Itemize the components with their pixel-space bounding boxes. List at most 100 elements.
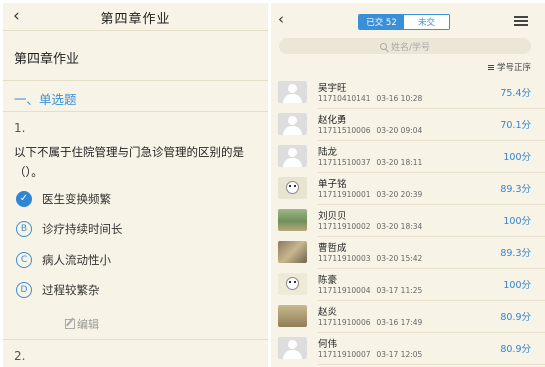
divider xyxy=(3,80,268,81)
student-score: 75.4分 xyxy=(500,88,531,99)
edit-button[interactable]: 编辑 xyxy=(65,316,99,332)
sort-label: 学号正序 xyxy=(496,63,531,73)
submission-pane: ‹ 已交 52 未交 姓名/学号 学号正序 吴宇旺 11710410141 03-1… xyxy=(271,3,545,367)
student-id: 11711510006 xyxy=(318,126,371,135)
row-divider xyxy=(318,268,545,269)
student-row[interactable]: 赵化勇 11711510006 03-20 09:04 70.1分 xyxy=(271,111,545,143)
divider xyxy=(3,111,268,112)
hamburger-icon[interactable] xyxy=(514,16,528,28)
student-name: 陈豪 xyxy=(318,275,338,286)
student-meta: 11711510006 03-20 09:04 xyxy=(318,126,422,135)
row-divider xyxy=(318,236,545,237)
student-meta: 11711910007 03-17 12:05 xyxy=(318,350,422,359)
option-d[interactable]: D 过程较繁杂 xyxy=(16,281,100,299)
row-divider xyxy=(318,204,545,205)
option-text: 诊疗持续时间长 xyxy=(42,222,123,236)
option-text: 过程较繁杂 xyxy=(42,283,100,297)
row-divider xyxy=(318,332,545,333)
question-stem: 以下不属于住院管理与门急诊管理的区别的是 （）。 xyxy=(14,142,264,182)
avatar xyxy=(278,241,307,263)
option-a[interactable]: ✓ 医生变换频繁 xyxy=(16,190,111,208)
question-pane: ‹ 第四章作业 第四章作业 一、单选题 1. 以下不属于住院管理与门急诊管理的区… xyxy=(3,3,268,367)
section-heading: 一、单选题 xyxy=(14,92,77,107)
submit-time: 03-20 15:42 xyxy=(376,254,423,263)
student-id: 11711910004 xyxy=(318,286,371,295)
student-id: 11711910007 xyxy=(318,350,371,359)
student-score: 80.9分 xyxy=(500,344,531,355)
row-divider xyxy=(318,140,545,141)
student-name: 赵化勇 xyxy=(318,115,347,126)
option-text: 医生变换频繁 xyxy=(42,192,111,206)
option-letter: B xyxy=(16,221,32,237)
edit-label: 编辑 xyxy=(77,318,99,331)
student-row[interactable]: 陆龙 11711510037 03-20 18:11 100分 xyxy=(271,143,545,175)
student-score: 89.3分 xyxy=(500,184,531,195)
student-name: 曹哲成 xyxy=(318,243,347,254)
row-divider xyxy=(318,364,545,365)
page-title: 第四章作业 xyxy=(100,12,171,27)
question-number: 1. xyxy=(14,121,26,135)
student-row[interactable]: 陈豪 11711910004 03-17 11:25 100分 xyxy=(271,271,545,303)
student-meta: 11711510037 03-20 18:11 xyxy=(318,158,422,167)
back-icon[interactable]: ‹ xyxy=(278,11,284,27)
student-row[interactable]: 刘贝贝 11711910002 03-20 18:34 100分 xyxy=(271,207,545,239)
student-row[interactable]: 赵炎 11711910006 03-16 17:49 80.9分 xyxy=(271,303,545,335)
avatar xyxy=(278,209,307,231)
student-row[interactable]: 曹哲成 11711910003 03-20 15:42 89.3分 xyxy=(271,239,545,271)
question-stem-line: 以下不属于住院管理与门急诊管理的区别的是 xyxy=(14,145,244,159)
student-score: 70.1分 xyxy=(500,120,531,131)
homework-title: 第四章作业 xyxy=(14,52,80,67)
submission-tabs: 已交 52 未交 xyxy=(358,14,450,30)
question-header: ‹ 第四章作业 xyxy=(3,3,268,31)
student-row[interactable]: 何伟 11711910007 03-17 12:05 80.9分 xyxy=(271,335,545,367)
option-b[interactable]: B 诊疗持续时间长 xyxy=(16,220,123,238)
option-c[interactable]: C 病人流动性小 xyxy=(16,251,111,269)
student-meta: 11710410141 03-16 10:28 xyxy=(318,94,422,103)
student-meta: 11711910003 03-20 15:42 xyxy=(318,254,422,263)
tab-submitted[interactable]: 已交 52 xyxy=(359,15,404,29)
student-score: 80.9分 xyxy=(500,312,531,323)
search-placeholder: 姓名/学号 xyxy=(390,42,431,53)
avatar xyxy=(278,273,307,295)
option-letter: D xyxy=(16,282,32,298)
student-name: 何伟 xyxy=(318,339,338,350)
sort-button[interactable]: 学号正序 xyxy=(487,61,531,73)
avatar xyxy=(278,81,307,103)
student-score: 89.3分 xyxy=(500,248,531,259)
student-id: 11711910002 xyxy=(318,222,371,231)
student-score: 100分 xyxy=(503,280,531,291)
student-name: 吴宇旺 xyxy=(318,83,347,94)
student-meta: 11711910004 03-17 11:25 xyxy=(318,286,422,295)
student-row[interactable]: 单子铭 11711910001 03-20 20:39 89.3分 xyxy=(271,175,545,207)
search-input[interactable]: 姓名/学号 xyxy=(279,38,531,54)
submit-time: 03-20 20:39 xyxy=(376,190,423,199)
option-letter: C xyxy=(16,252,32,268)
submit-time: 03-16 10:28 xyxy=(376,94,423,103)
submit-time: 03-20 09:04 xyxy=(376,126,423,135)
submission-header: ‹ 已交 52 未交 xyxy=(271,3,545,35)
avatar xyxy=(278,305,307,327)
row-divider xyxy=(318,172,545,173)
option-text: 病人流动性小 xyxy=(42,253,111,267)
submit-time: 03-16 17:49 xyxy=(376,318,423,327)
submit-time: 03-17 12:05 xyxy=(376,350,423,359)
question-number: 2. xyxy=(14,349,26,363)
search-icon xyxy=(379,42,387,50)
avatar xyxy=(278,113,307,135)
student-row[interactable]: 吴宇旺 11710410141 03-16 10:28 75.4分 xyxy=(271,79,545,111)
submit-time: 03-20 18:11 xyxy=(376,158,423,167)
student-id: 11711910006 xyxy=(318,318,371,327)
student-id: 11711910003 xyxy=(318,254,371,263)
student-id: 11711510037 xyxy=(318,158,371,167)
student-score: 100分 xyxy=(503,216,531,227)
avatar xyxy=(278,177,307,199)
student-meta: 11711910006 03-16 17:49 xyxy=(318,318,422,327)
student-score: 100分 xyxy=(503,152,531,163)
edit-icon xyxy=(65,319,75,329)
student-name: 单子铭 xyxy=(318,179,347,190)
tab-unsubmitted[interactable]: 未交 xyxy=(404,15,449,29)
student-meta: 11711910002 03-20 18:34 xyxy=(318,222,422,231)
check-icon: ✓ xyxy=(16,191,32,207)
student-id: 11711910001 xyxy=(318,190,371,199)
avatar xyxy=(278,145,307,167)
